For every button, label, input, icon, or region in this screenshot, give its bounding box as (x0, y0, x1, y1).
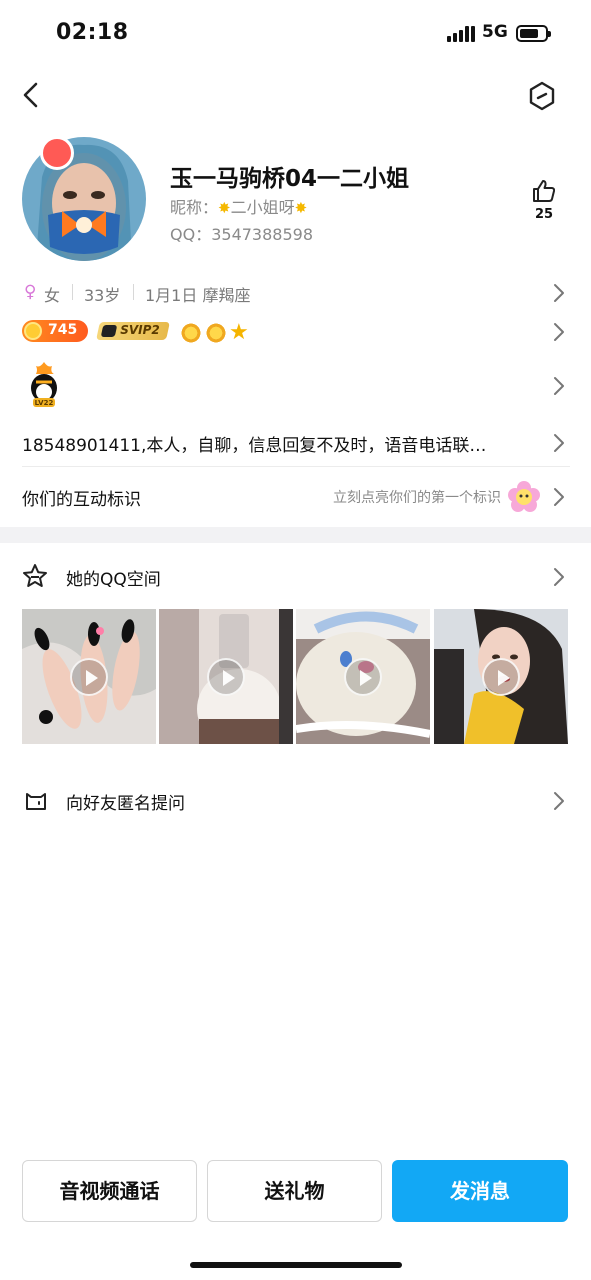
video-thumbnail[interactable] (296, 609, 430, 744)
qzone-star-icon (23, 564, 47, 587)
play-icon (207, 658, 245, 696)
home-indicator[interactable] (190, 1262, 402, 1268)
level-label: LV22 (35, 399, 54, 407)
qq-value: 3547388598 (211, 225, 313, 244)
avatar-pendant-icon (40, 136, 74, 170)
section-gap (0, 527, 591, 543)
signature-row[interactable]: 18548901411,本人，自聊，信息回复不及时，语音电话联… (0, 428, 591, 458)
like-count: 25 (534, 207, 554, 222)
anonymous-question-label: 向好友匿名提问 (66, 794, 185, 814)
flower-mark-icon (508, 481, 540, 512)
star-level-icon: ★ (229, 320, 249, 345)
status-bar: 02:18 5G (0, 0, 591, 66)
video-thumbnail[interactable] (434, 609, 568, 744)
more-options-icon[interactable] (527, 80, 557, 112)
birthday-text: 1月1日 摩羯座 (145, 286, 251, 305)
interaction-mark-row[interactable]: 你们的互动标识 立刻点亮你们的第一个标识 (0, 480, 591, 514)
play-icon (70, 658, 108, 696)
play-icon (344, 658, 382, 696)
chevron-right-icon (554, 434, 564, 452)
chevron-right-icon (554, 323, 564, 341)
gender-text: 女 (44, 286, 61, 305)
qq-level-icon: LV22 (31, 362, 57, 407)
qzone-row[interactable]: 她的QQ空间 (0, 560, 591, 594)
divider (72, 284, 73, 300)
qzone-photo-grid (22, 609, 568, 744)
basic-info-row[interactable]: ♀ 女 33岁 1月1日 摩羯座 (0, 278, 591, 308)
audio-video-call-button[interactable]: 音视频通话 (22, 1160, 197, 1222)
sun-level-icon (205, 322, 227, 344)
back-icon[interactable] (18, 80, 44, 110)
age-text: 33岁 (84, 286, 121, 305)
svip-badge: SVIP2 (96, 322, 170, 340)
cat-face-icon (26, 793, 46, 810)
profile-name: 玉一马驹桥04一二小姐 (170, 166, 410, 192)
nickname-prefix: 昵称： (170, 198, 219, 217)
divider (133, 284, 134, 300)
play-icon (482, 658, 520, 696)
anonymous-question-row[interactable]: 向好友匿名提问 (0, 784, 591, 818)
coin-value: 745 (48, 322, 78, 338)
bottom-action-bar: 音视频通话 送礼物 发消息 (0, 1160, 591, 1222)
send-gift-button[interactable]: 送礼物 (207, 1160, 382, 1222)
chevron-right-icon (554, 488, 564, 506)
profile-nickname: 昵称：✸二小姐呀✸ (170, 194, 307, 218)
battery-icon (516, 25, 551, 42)
qzone-label: 她的QQ空间 (66, 570, 161, 590)
profile-header: 玉一马驹桥04一二小姐 昵称：✸二小姐呀✸ QQ：3547388598 25 (0, 134, 591, 264)
sun-level-icon (180, 322, 202, 344)
video-thumbnail[interactable] (159, 609, 293, 744)
sparkle-icon: ✸ (294, 199, 308, 217)
chevron-right-icon (554, 568, 564, 586)
status-time: 02:18 (56, 20, 129, 45)
like-button[interactable]: 25 (529, 178, 559, 222)
nav-bar (0, 70, 591, 122)
female-icon: ♀ (24, 282, 37, 302)
svip-icon (100, 325, 118, 337)
video-thumbnail[interactable] (22, 609, 156, 744)
interaction-label: 你们的互动标识 (22, 490, 141, 510)
svip-label: SVIP2 (120, 323, 160, 337)
nickname-value: 二小姐呀 (230, 198, 295, 217)
profile-qq-number: QQ：3547388598 (170, 221, 313, 245)
qq-label: QQ： (170, 225, 212, 244)
level-row[interactable]: LV22 (0, 362, 591, 414)
badges-row[interactable]: 745 SVIP2 ★ (0, 318, 591, 348)
signature-text: 18548901411,本人，自聊，信息回复不及时，语音电话联… (22, 436, 487, 456)
network-type: 5G (482, 22, 508, 42)
sparkle-icon: ✸ (218, 199, 231, 217)
send-message-button[interactable]: 发消息 (392, 1160, 568, 1222)
interaction-hint: 立刻点亮你们的第一个标识 (333, 490, 501, 506)
signal-icon (447, 26, 475, 42)
coin-badge: 745 (22, 320, 88, 342)
chevron-right-icon (554, 284, 564, 302)
chevron-right-icon (554, 792, 564, 810)
coin-icon (24, 322, 42, 340)
thumbs-up-icon (533, 180, 556, 202)
chevron-right-icon (554, 377, 564, 395)
divider (22, 466, 570, 467)
